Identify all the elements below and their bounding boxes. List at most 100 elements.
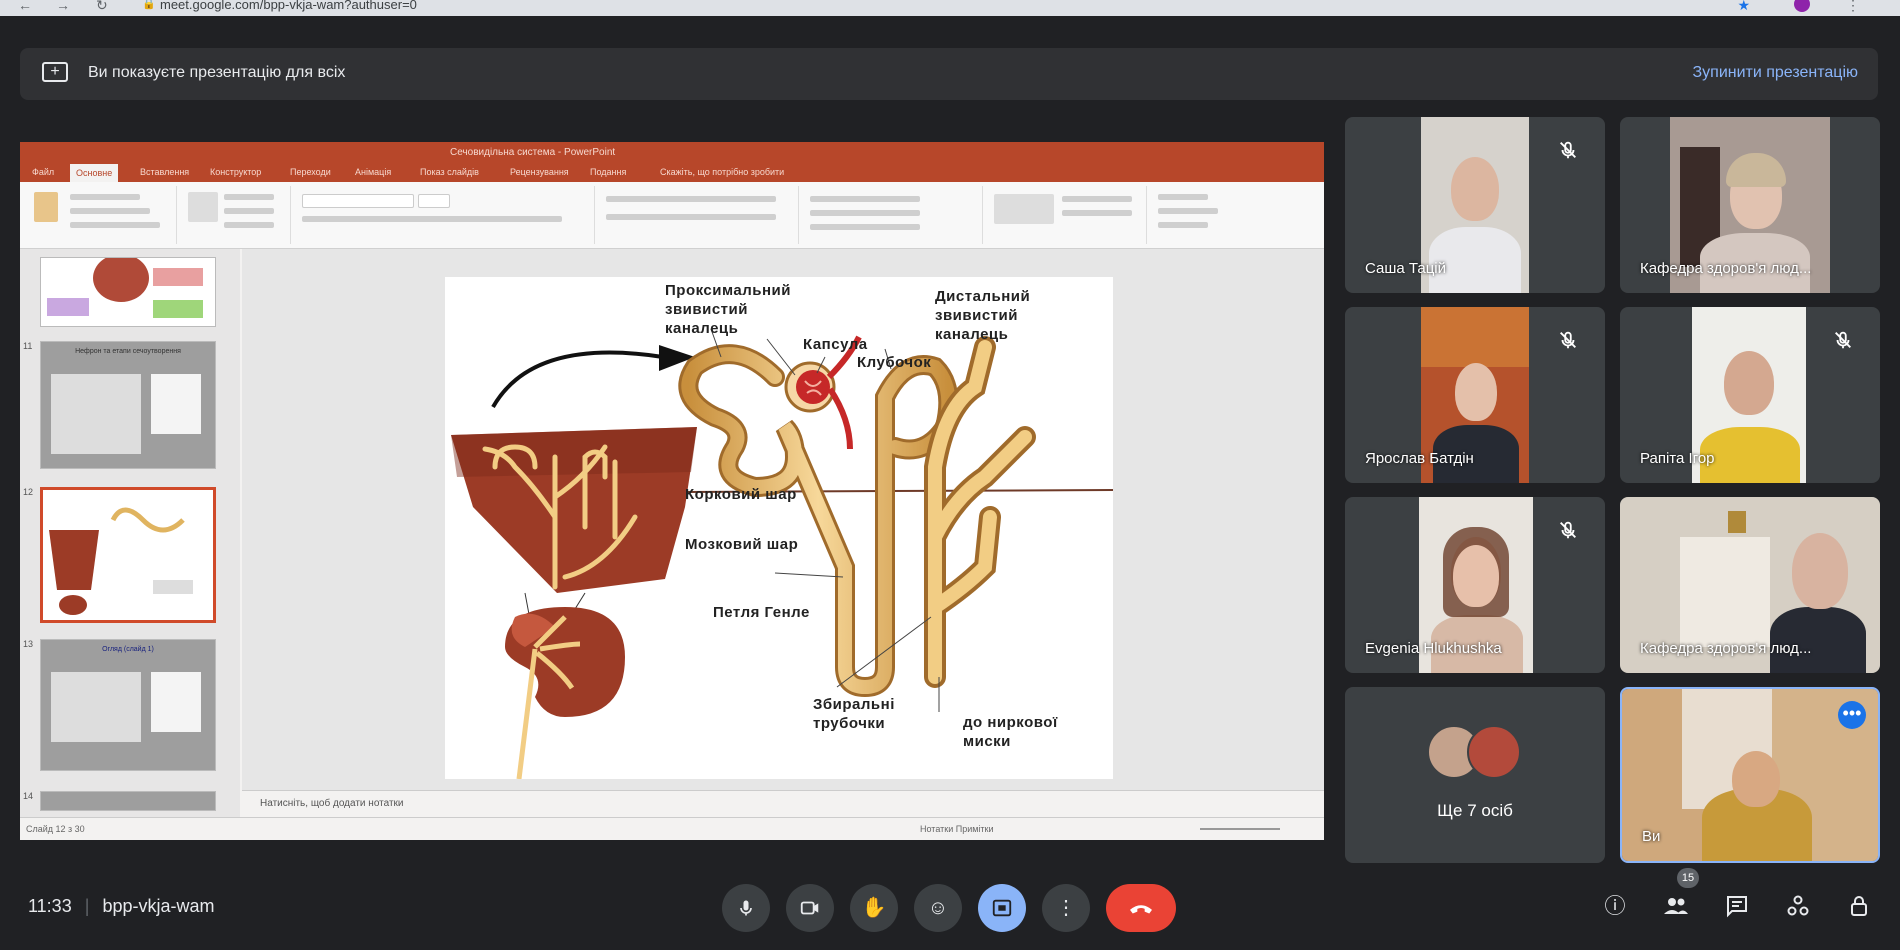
participant-tile[interactable]: Evgenia Hlukhushka <box>1345 497 1605 673</box>
mic-off-icon <box>1560 141 1576 159</box>
activities-icon[interactable] <box>1785 894 1811 920</box>
raise-hand-icon: ✋ <box>861 897 887 919</box>
participant-tile[interactable]: Рапіта Ігор <box>1620 307 1880 483</box>
camera-icon <box>800 901 819 915</box>
participant-name: Ярослав Батдін <box>1365 450 1474 467</box>
raise-hand-button[interactable]: ✋ <box>850 884 898 932</box>
more-participants-label: Ще 7 осіб <box>1437 801 1513 820</box>
browser-toolbar: ← → ↻ 🔒 meet.google.com/bpp-vkja-wam?aut… <box>0 0 1900 16</box>
camera-button[interactable] <box>786 884 834 932</box>
more-options-icon[interactable]: ••• <box>1838 701 1866 729</box>
presentation-window: Сечовидільна система - PowerPoint Файл О… <box>20 142 1324 840</box>
mic-off-icon <box>1560 521 1576 539</box>
status-notes[interactable]: Нотатки Примітки <box>920 824 994 834</box>
present-button[interactable] <box>978 884 1026 932</box>
browser-menu-icon[interactable]: ⋮ <box>1846 0 1860 14</box>
label-capsule: Капсула <box>803 336 868 353</box>
ppt-status-bar: Слайд 12 з 30 Нотатки Примітки <box>20 817 1324 840</box>
mic-off-icon <box>1560 331 1576 349</box>
stop-presenting-button[interactable]: Зупинити презентацію <box>1692 64 1858 82</box>
ribbon <box>20 182 1324 249</box>
tab-view[interactable]: Подання <box>590 167 626 177</box>
chat-icon[interactable] <box>1724 894 1750 920</box>
participant-name: Ви <box>1642 828 1661 845</box>
tab-home[interactable]: Основне <box>70 164 119 182</box>
label-cortex: Корковий шар <box>685 486 797 503</box>
participant-tile[interactable]: Ярослав Батдін <box>1345 307 1605 483</box>
people-icon[interactable] <box>1663 894 1689 920</box>
slide-thumbnail-selected[interactable] <box>40 487 216 623</box>
info-icon[interactable]: ⓘ <box>1602 894 1628 920</box>
lock-icon: 🔒 <box>142 0 156 10</box>
participant-tile[interactable]: Кафедра здоров'я люд... <box>1620 117 1880 293</box>
present-to-all-icon: + <box>42 62 68 82</box>
presenting-message: Ви показуєте презентацію для всіх <box>88 64 346 81</box>
drawing-group[interactable] <box>802 186 983 244</box>
slide-thumbnail[interactable]: Нефрон та етапи сечоутворення <box>40 341 216 469</box>
ppt-window-title: Сечовидільна система - PowerPoint <box>450 147 616 158</box>
participant-name: Рапіта Ігор <box>1640 450 1715 467</box>
more-options-button[interactable]: ⋮ <box>1042 884 1090 932</box>
slide-thumbnail-pane: 11 Нефрон та етапи сечоутворення 12 13 О… <box>20 249 240 817</box>
arrange-group[interactable] <box>986 186 1147 244</box>
thumb-title: Огляд (слайд 1) <box>102 646 154 653</box>
host-controls-icon[interactable] <box>1846 894 1872 920</box>
participant-name: Кафедра здоров'я люд... <box>1640 260 1812 277</box>
clipboard-group[interactable] <box>26 186 177 244</box>
profile-avatar[interactable] <box>1794 0 1810 12</box>
tab-file[interactable]: Файл <box>32 167 54 177</box>
current-slide: Проксимальний звивистий каналець Дисталь… <box>445 277 1114 780</box>
leave-call-button[interactable] <box>1106 884 1176 932</box>
mic-icon <box>740 900 752 916</box>
notes-pane[interactable]: Натисніть, щоб додати нотатки <box>242 790 1324 817</box>
back-icon[interactable]: ← <box>18 0 32 13</box>
tab-transitions[interactable]: Переходи <box>290 167 331 177</box>
participant-name: Evgenia Hlukhushka <box>1365 640 1502 657</box>
meeting-info: 11:33 | bpp-vkja-wam <box>28 896 215 916</box>
font-group[interactable] <box>294 186 595 244</box>
people-count-badge: 15 <box>1677 868 1699 888</box>
paragraph-group[interactable] <box>598 186 799 244</box>
tell-me-search[interactable]: Скажіть, що потрібно зробити <box>660 167 784 177</box>
reload-icon[interactable]: ↻ <box>96 0 108 14</box>
ribbon-tabs: Файл Основне Вставлення Конструктор Пере… <box>20 164 1324 182</box>
slide-thumbnail[interactable]: Огляд (слайд 1) <box>40 639 216 771</box>
label-collecting-ducts: Збиральні трубочки <box>813 696 895 732</box>
participant-name: Саша Тацій <box>1365 260 1447 277</box>
address-bar[interactable]: meet.google.com/bpp-vkja-wam?authuser=0 <box>160 0 417 12</box>
label-glomerulus: Клубочок <box>857 354 932 371</box>
zoom-slider[interactable] <box>1200 828 1280 830</box>
label-distal-tubule: Дистальний звивистий каналець <box>935 288 1031 343</box>
tab-animations[interactable]: Анімація <box>355 167 391 177</box>
label-renal-pelvis: до ниркової миски <box>963 714 1058 750</box>
avatar <box>1467 725 1521 779</box>
tab-insert[interactable]: Вставлення <box>140 167 189 177</box>
phone-hangup-icon <box>1130 905 1152 914</box>
thumb-number: 14 <box>23 791 34 801</box>
self-view-tile[interactable]: ••• Ви <box>1620 687 1880 863</box>
slides-group[interactable] <box>180 186 291 244</box>
reactions-button[interactable]: ☺ <box>914 884 962 932</box>
thumb-number: 13 <box>23 639 34 649</box>
notes-placeholder: Натисніть, щоб додати нотатки <box>260 798 404 809</box>
thumb-title: Нефрон та етапи сечоутворення <box>75 348 181 355</box>
clock-time: 11:33 <box>28 896 72 916</box>
bookmark-star-icon[interactable]: ★ <box>1737 0 1750 14</box>
emoji-icon: ☺ <box>927 897 949 919</box>
forward-icon[interactable]: → <box>56 0 70 13</box>
participant-tile[interactable]: Кафедра здоров'я люд... <box>1620 497 1880 673</box>
participant-tile[interactable]: Саша Тацій <box>1345 117 1605 293</box>
more-participants-tile[interactable]: Ще 7 осіб <box>1345 687 1605 863</box>
editing-group[interactable] <box>1150 186 1250 244</box>
ppt-title-bar: Сечовидільна система - PowerPoint <box>20 142 1324 164</box>
tab-design[interactable]: Конструктор <box>210 167 261 177</box>
presenting-banner: + Ви показуєте презентацію для всіх Зупи… <box>20 48 1878 100</box>
participant-name: Кафедра здоров'я люд... <box>1640 640 1812 657</box>
slide-thumbnail[interactable] <box>40 791 216 811</box>
mic-button[interactable] <box>722 884 770 932</box>
nephron-illustration <box>451 328 1114 780</box>
tab-review[interactable]: Рецензування <box>510 167 569 177</box>
label-proximal-tubule: Проксимальний звивистий каналець <box>665 282 791 337</box>
tab-slideshow[interactable]: Показ слайдів <box>420 167 479 177</box>
slide-thumbnail[interactable] <box>40 257 216 327</box>
